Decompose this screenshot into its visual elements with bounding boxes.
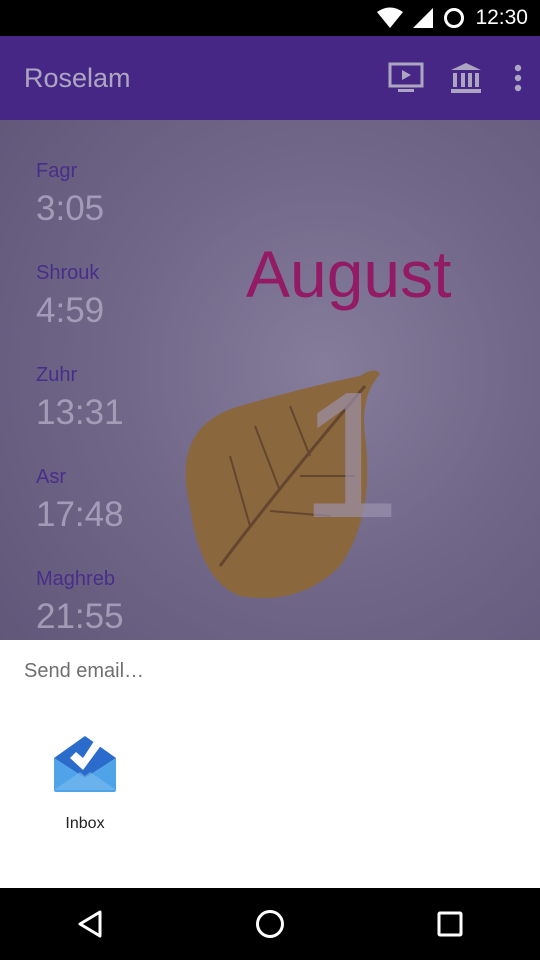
share-bottom-sheet: Send email… Inbox (0, 640, 540, 888)
share-target-label: Inbox (65, 815, 105, 832)
status-clock: 12:30 (475, 6, 528, 29)
back-icon[interactable] (50, 888, 130, 960)
sheet-title: Send email… (24, 660, 145, 682)
screen: 12:30 Roselam Fagr 3:05 Shrouk 4:59 Zuhr… (0, 0, 540, 960)
home-icon[interactable] (230, 888, 310, 960)
circle-notification-icon (443, 7, 465, 29)
status-bar: 12:30 (0, 0, 540, 36)
wifi-icon (377, 7, 404, 29)
signal-icon (413, 7, 434, 29)
navigation-bar (0, 888, 540, 960)
recents-icon[interactable] (410, 888, 490, 960)
inbox-envelope-icon (50, 732, 120, 798)
dialog-scrim[interactable] (0, 0, 540, 640)
share-target-inbox[interactable]: Inbox (40, 728, 130, 833)
